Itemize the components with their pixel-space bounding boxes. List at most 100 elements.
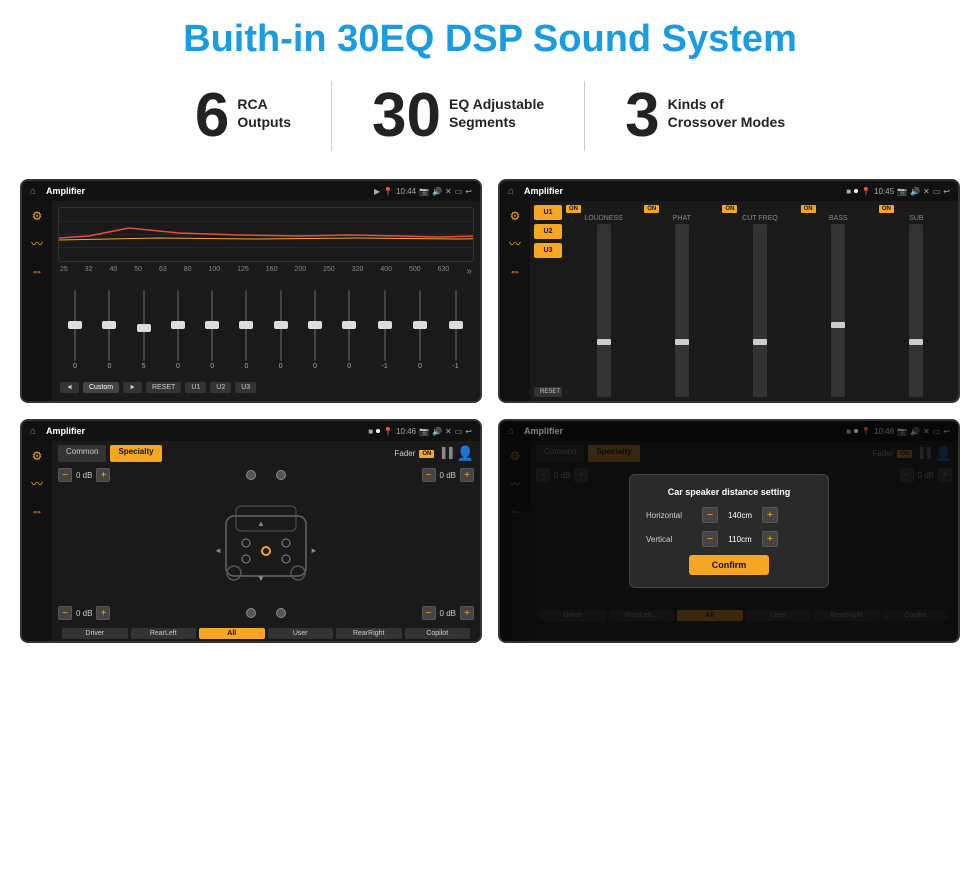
eq-prev-btn[interactable]: ◄ xyxy=(60,382,79,393)
fader-db-fl: − 0 dB + xyxy=(58,468,110,482)
fader-rr-minus[interactable]: − xyxy=(422,606,436,620)
speaker-fr xyxy=(276,470,286,480)
dialog-vertical-minus[interactable]: − xyxy=(702,531,718,547)
fader-btn-driver[interactable]: Driver xyxy=(62,628,128,639)
eq-slider-6[interactable]: 0 xyxy=(245,290,249,370)
fader-main: Common Specialty Fader ON ▐▐ 👤 − 0 dB + xyxy=(52,441,480,641)
eq-slider-5[interactable]: 0 xyxy=(210,290,214,370)
eq-next-btn[interactable]: ► xyxy=(123,382,142,393)
eq-slider-10[interactable]: -1 xyxy=(382,290,388,370)
dialog-horizontal-minus[interactable]: − xyxy=(702,507,718,523)
crossover-status-icons: ■ 📍 10:45 📷 🔊 ✕ ▭ ↩ xyxy=(846,187,950,196)
crossover-balance-icon[interactable]: ⇔ xyxy=(509,264,521,278)
stat-crossover-number: 3 xyxy=(625,85,659,147)
crossover-location: 📍 xyxy=(861,187,871,196)
confirm-button[interactable]: Confirm xyxy=(689,555,769,575)
eq-slider-11[interactable]: 0 xyxy=(418,290,422,370)
crossover-home-icon[interactable]: ⌂ xyxy=(508,186,514,197)
fader-wave-icon[interactable]: 〰 xyxy=(31,475,43,492)
fader-btn-copilot[interactable]: Copilot xyxy=(405,628,471,639)
fader-on-badge[interactable]: ON xyxy=(419,450,434,458)
phat-on-badge[interactable]: ON xyxy=(644,205,659,213)
fader-fl-minus[interactable]: − xyxy=(58,468,72,482)
fader-btn-user[interactable]: User xyxy=(268,628,334,639)
crossover-u1-btn[interactable]: U1 xyxy=(534,205,562,220)
bass-slider[interactable] xyxy=(831,224,845,397)
eq-play-icon: ▶ xyxy=(374,187,380,196)
fader-home-icon[interactable]: ⌂ xyxy=(30,426,36,437)
crossover-time: 10:45 xyxy=(874,187,894,196)
crossover-u3-btn[interactable]: U3 xyxy=(534,243,562,258)
screenshot-crossover: ⌂ Amplifier ■ 📍 10:45 📷 🔊 ✕ ▭ ↩ ⚙ 〰 ⇔ xyxy=(498,179,960,403)
crossover-eq-icon[interactable]: ⚙ xyxy=(510,209,521,223)
crossover-sidebar: ⚙ 〰 ⇔ xyxy=(500,201,530,401)
eq-slider-9[interactable]: 0 xyxy=(347,290,351,370)
dialog-horizontal-plus[interactable]: + xyxy=(762,507,778,523)
fader-fr-plus[interactable]: + xyxy=(460,468,474,482)
eq-reset-btn[interactable]: RESET xyxy=(146,382,181,393)
distance-dialog: Car speaker distance setting Horizontal … xyxy=(629,474,829,588)
cutfreq-on-badge[interactable]: ON xyxy=(722,205,737,213)
crossover-u2-btn[interactable]: U2 xyxy=(534,224,562,239)
bass-on-badge[interactable]: ON xyxy=(801,205,816,213)
crossover-reset-btn[interactable]: RESET xyxy=(534,387,562,397)
cutfreq-slider[interactable] xyxy=(753,224,767,397)
eq-sidebar-eq-icon[interactable]: ⚙ xyxy=(32,209,43,223)
stat-rca-text: RCAOutputs xyxy=(237,85,291,131)
eq-slider-4[interactable]: 0 xyxy=(176,290,180,370)
eq-slider-3[interactable]: 5 xyxy=(142,290,146,370)
fader-rl-plus[interactable]: + xyxy=(96,606,110,620)
fader-btn-rearleft[interactable]: RearLeft xyxy=(131,628,197,639)
eq-slider-1[interactable]: 0 xyxy=(73,290,77,370)
eq-custom-btn[interactable]: Custom xyxy=(83,382,119,393)
fader-btn-rearright[interactable]: RearRight xyxy=(336,628,402,639)
eq-slider-2[interactable]: 0 xyxy=(107,290,111,370)
dialog-vertical-plus[interactable]: + xyxy=(762,531,778,547)
eq-battery-icon: ▭ xyxy=(455,187,463,196)
fader-status-icons: ■ 📍 10:46 📷 🔊 ✕ ▭ ↩ xyxy=(368,427,472,436)
stat-crossover: 3 Kinds ofCrossover Modes xyxy=(585,85,825,147)
loudness-slider[interactable] xyxy=(597,224,611,397)
eq-back-icon[interactable]: ↩ xyxy=(465,187,472,196)
eq-curve-svg xyxy=(59,208,473,261)
dialog-horizontal-label: Horizontal xyxy=(646,511,696,520)
home-icon[interactable]: ⌂ xyxy=(30,186,36,197)
fader-tabs: Common Specialty Fader ON ▐▐ 👤 xyxy=(58,445,474,462)
fader-fr-minus[interactable]: − xyxy=(422,468,436,482)
eq-app-name: Amplifier xyxy=(46,186,368,196)
fader-fl-plus[interactable]: + xyxy=(96,468,110,482)
eq-u1-btn[interactable]: U1 xyxy=(185,382,206,393)
page-title: Buith-in 30EQ DSP Sound System xyxy=(0,0,980,71)
eq-sidebar-wave-icon[interactable]: 〰 xyxy=(31,235,43,252)
crossover-dot1: ■ xyxy=(846,187,851,196)
fader-person-icon: 👤 xyxy=(457,445,474,462)
dialog-horizontal-row: Horizontal − 140cm + xyxy=(646,507,812,523)
fader-eq-icon[interactable]: ⚙ xyxy=(32,449,43,463)
eq-sidebar-balance-icon[interactable]: ⇔ xyxy=(31,264,43,278)
fader-tab-common[interactable]: Common xyxy=(58,445,106,462)
fader-back[interactable]: ↩ xyxy=(465,427,472,436)
sub-slider[interactable] xyxy=(909,224,923,397)
crossover-wave-icon[interactable]: 〰 xyxy=(509,235,521,252)
crossover-back[interactable]: ↩ xyxy=(943,187,950,196)
stat-rca-number: 6 xyxy=(195,85,229,147)
sub-on-badge[interactable]: ON xyxy=(879,205,894,213)
stat-eq-text: EQ AdjustableSegments xyxy=(449,85,544,131)
eq-slider-7[interactable]: 0 xyxy=(279,290,283,370)
eq-slider-8[interactable]: 0 xyxy=(313,290,317,370)
eq-u3-btn[interactable]: U3 xyxy=(235,382,256,393)
eq-graph xyxy=(58,207,474,262)
fader-tab-specialty[interactable]: Specialty xyxy=(110,445,161,462)
phat-slider[interactable] xyxy=(675,224,689,397)
speaker-fl xyxy=(246,470,256,480)
fader-toggle-icon[interactable]: ▐▐ xyxy=(438,448,452,459)
fader-btn-all[interactable]: All xyxy=(199,628,265,639)
loudness-on-badge[interactable]: ON xyxy=(566,205,581,213)
fader-balance-icon[interactable]: ⇔ xyxy=(31,504,43,518)
fader-rl-minus[interactable]: − xyxy=(58,606,72,620)
eq-slider-12[interactable]: -1 xyxy=(452,290,458,370)
fader-rr-plus[interactable]: + xyxy=(460,606,474,620)
eq-u2-btn[interactable]: U2 xyxy=(210,382,231,393)
speaker-rl xyxy=(246,608,256,618)
dialog-vertical-stepper: − 110cm + xyxy=(702,531,778,547)
